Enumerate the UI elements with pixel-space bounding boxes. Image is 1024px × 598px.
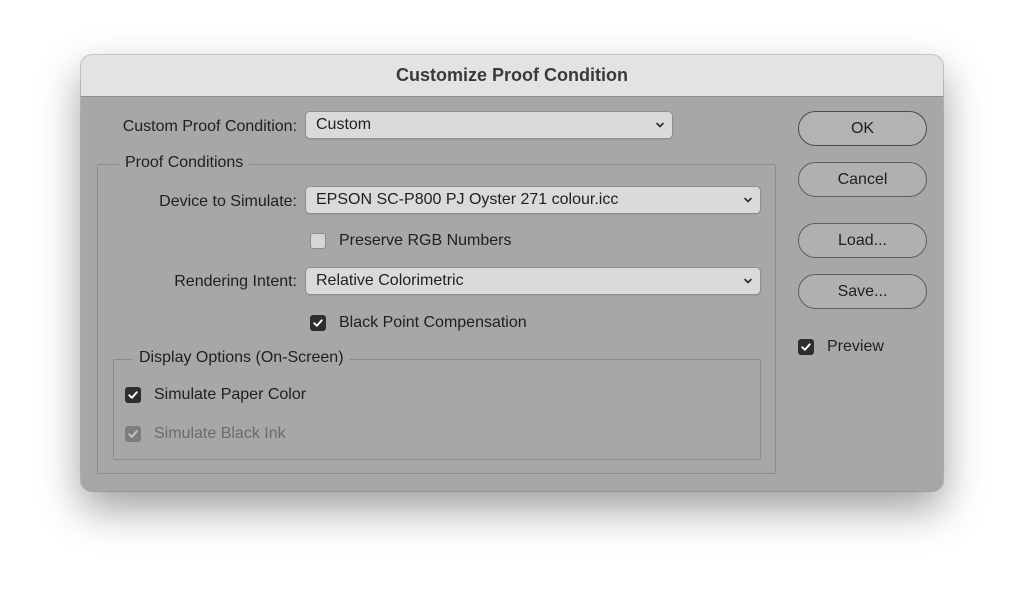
checkmark-icon	[125, 387, 141, 403]
simulate-black-ink-checkbox: Simulate Black Ink	[125, 424, 385, 444]
load-button[interactable]: Load...	[798, 223, 927, 258]
title-bar[interactable]: Customize Proof Condition	[81, 55, 943, 97]
preserve-rgb-numbers-checkbox[interactable]: Preserve RGB Numbers	[310, 231, 570, 251]
device-to-simulate-select[interactable]: EPSON SC-P800 PJ Oyster 271 colour.icc	[305, 186, 761, 214]
cancel-button[interactable]: Cancel	[798, 162, 927, 197]
preview-label: Preview	[827, 338, 884, 355]
simulate-paper-color-checkbox[interactable]: Simulate Paper Color	[125, 385, 385, 405]
display-options-group	[113, 359, 761, 460]
custom-proof-condition-label: Custom Proof Condition:	[122, 118, 297, 135]
checkmark-icon	[310, 315, 326, 331]
save-button[interactable]: Save...	[798, 274, 927, 309]
preserve-rgb-numbers-label: Preserve RGB Numbers	[339, 232, 512, 249]
chevron-down-icon	[656, 122, 664, 128]
black-point-compensation-label: Black Point Compensation	[339, 314, 527, 331]
rendering-intent-label: Rendering Intent:	[174, 273, 297, 290]
display-options-legend: Display Options (On-Screen)	[133, 348, 350, 368]
custom-proof-condition-value: Custom	[316, 116, 372, 133]
simulate-paper-color-label: Simulate Paper Color	[154, 386, 307, 403]
dialog-title: Customize Proof Condition	[396, 65, 628, 85]
preview-checkbox[interactable]: Preview	[798, 337, 928, 357]
checkmark-icon	[125, 426, 141, 442]
rendering-intent-value: Relative Colorimetric	[316, 272, 464, 289]
ok-button[interactable]: OK	[798, 111, 927, 146]
simulate-black-ink-label: Simulate Black Ink	[154, 425, 286, 442]
rendering-intent-select[interactable]: Relative Colorimetric	[305, 267, 761, 295]
proof-conditions-legend: Proof Conditions	[119, 153, 250, 173]
black-point-compensation-checkbox[interactable]: Black Point Compensation	[310, 313, 610, 333]
chevron-down-icon	[744, 197, 752, 203]
customize-proof-dialog: Customize Proof Condition Custom Proof C…	[81, 55, 943, 491]
device-to-simulate-label: Device to Simulate:	[159, 193, 297, 210]
custom-proof-condition-select[interactable]: Custom	[305, 111, 673, 139]
unchecked-box-icon	[310, 233, 326, 249]
chevron-down-icon	[744, 278, 752, 284]
device-to-simulate-value: EPSON SC-P800 PJ Oyster 271 colour.icc	[316, 191, 619, 208]
checkmark-icon	[798, 339, 814, 355]
